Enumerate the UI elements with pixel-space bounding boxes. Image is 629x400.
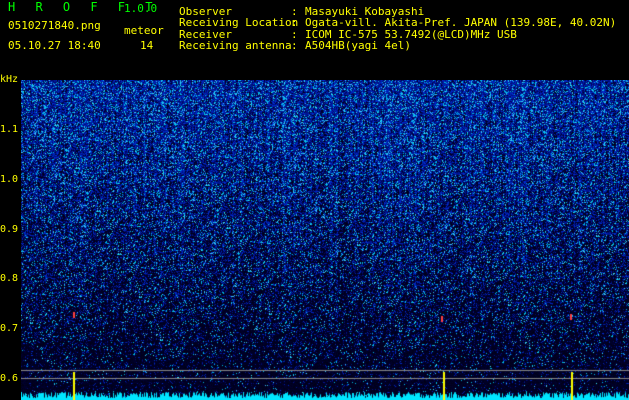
antenna-value: A504HB(yagi 4el) xyxy=(305,39,411,52)
y-axis-unit: kHz xyxy=(0,74,19,85)
y-tick-label: 1.1 xyxy=(0,124,19,135)
app-version: 1.0.0 xyxy=(124,2,158,15)
y-tick-label: 0.8 xyxy=(0,273,19,284)
y-tick-label: 1.0 xyxy=(0,174,19,185)
spectrogram-canvas xyxy=(21,80,629,400)
meteor-count: 14 xyxy=(140,39,154,52)
date-time: 05.10.27 18:40 xyxy=(8,39,101,52)
y-tick-label: 0.6 xyxy=(0,373,19,384)
meteor-label: meteor xyxy=(124,24,164,37)
y-tick-label: 0.7 xyxy=(0,323,19,334)
antenna-label: Receiving antenna xyxy=(179,39,292,52)
y-tick-label: 0.9 xyxy=(0,224,19,235)
file-name: 0510271840.png xyxy=(8,19,101,32)
info-colon: : xyxy=(291,39,298,52)
